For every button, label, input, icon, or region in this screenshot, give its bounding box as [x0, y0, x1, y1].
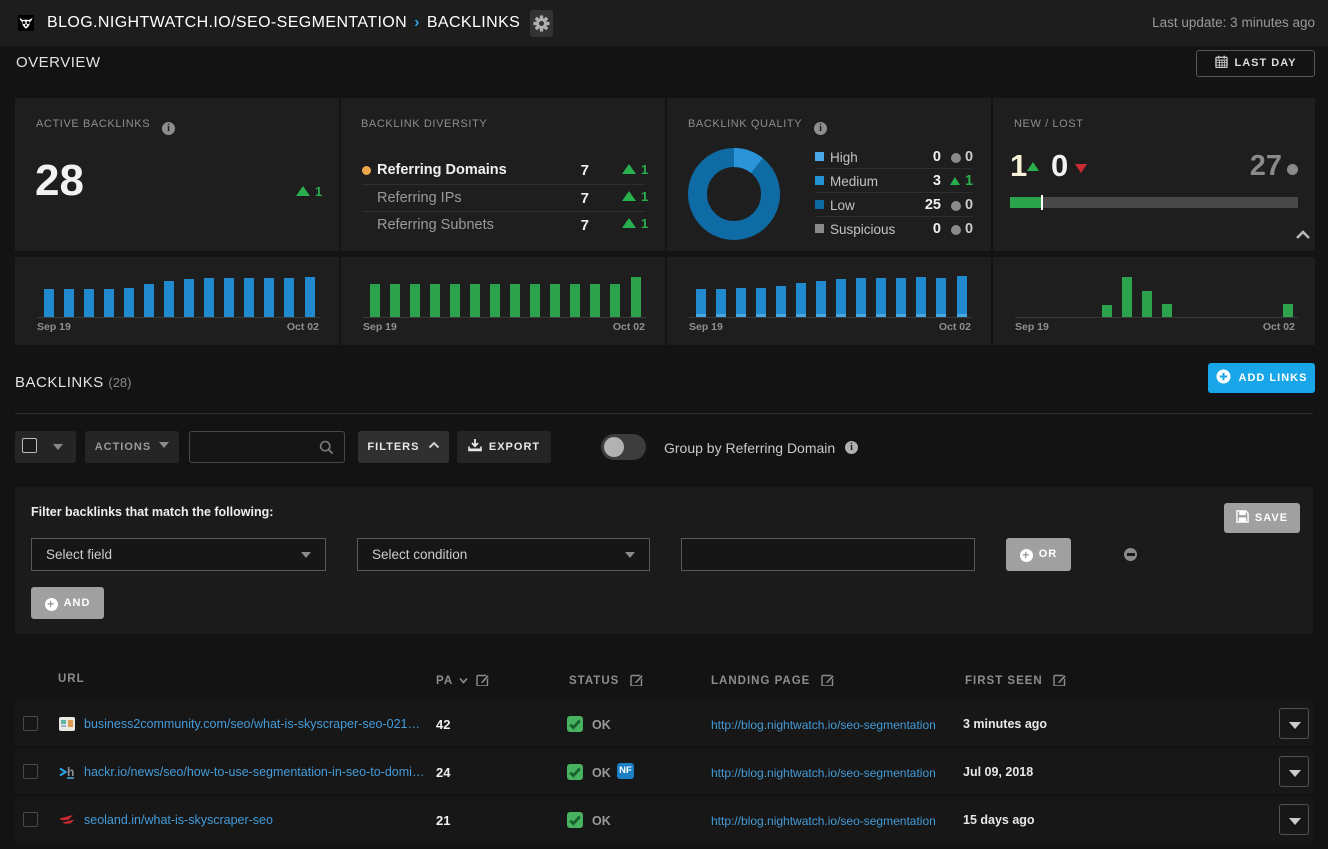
svg-text:h: h	[67, 765, 74, 779]
